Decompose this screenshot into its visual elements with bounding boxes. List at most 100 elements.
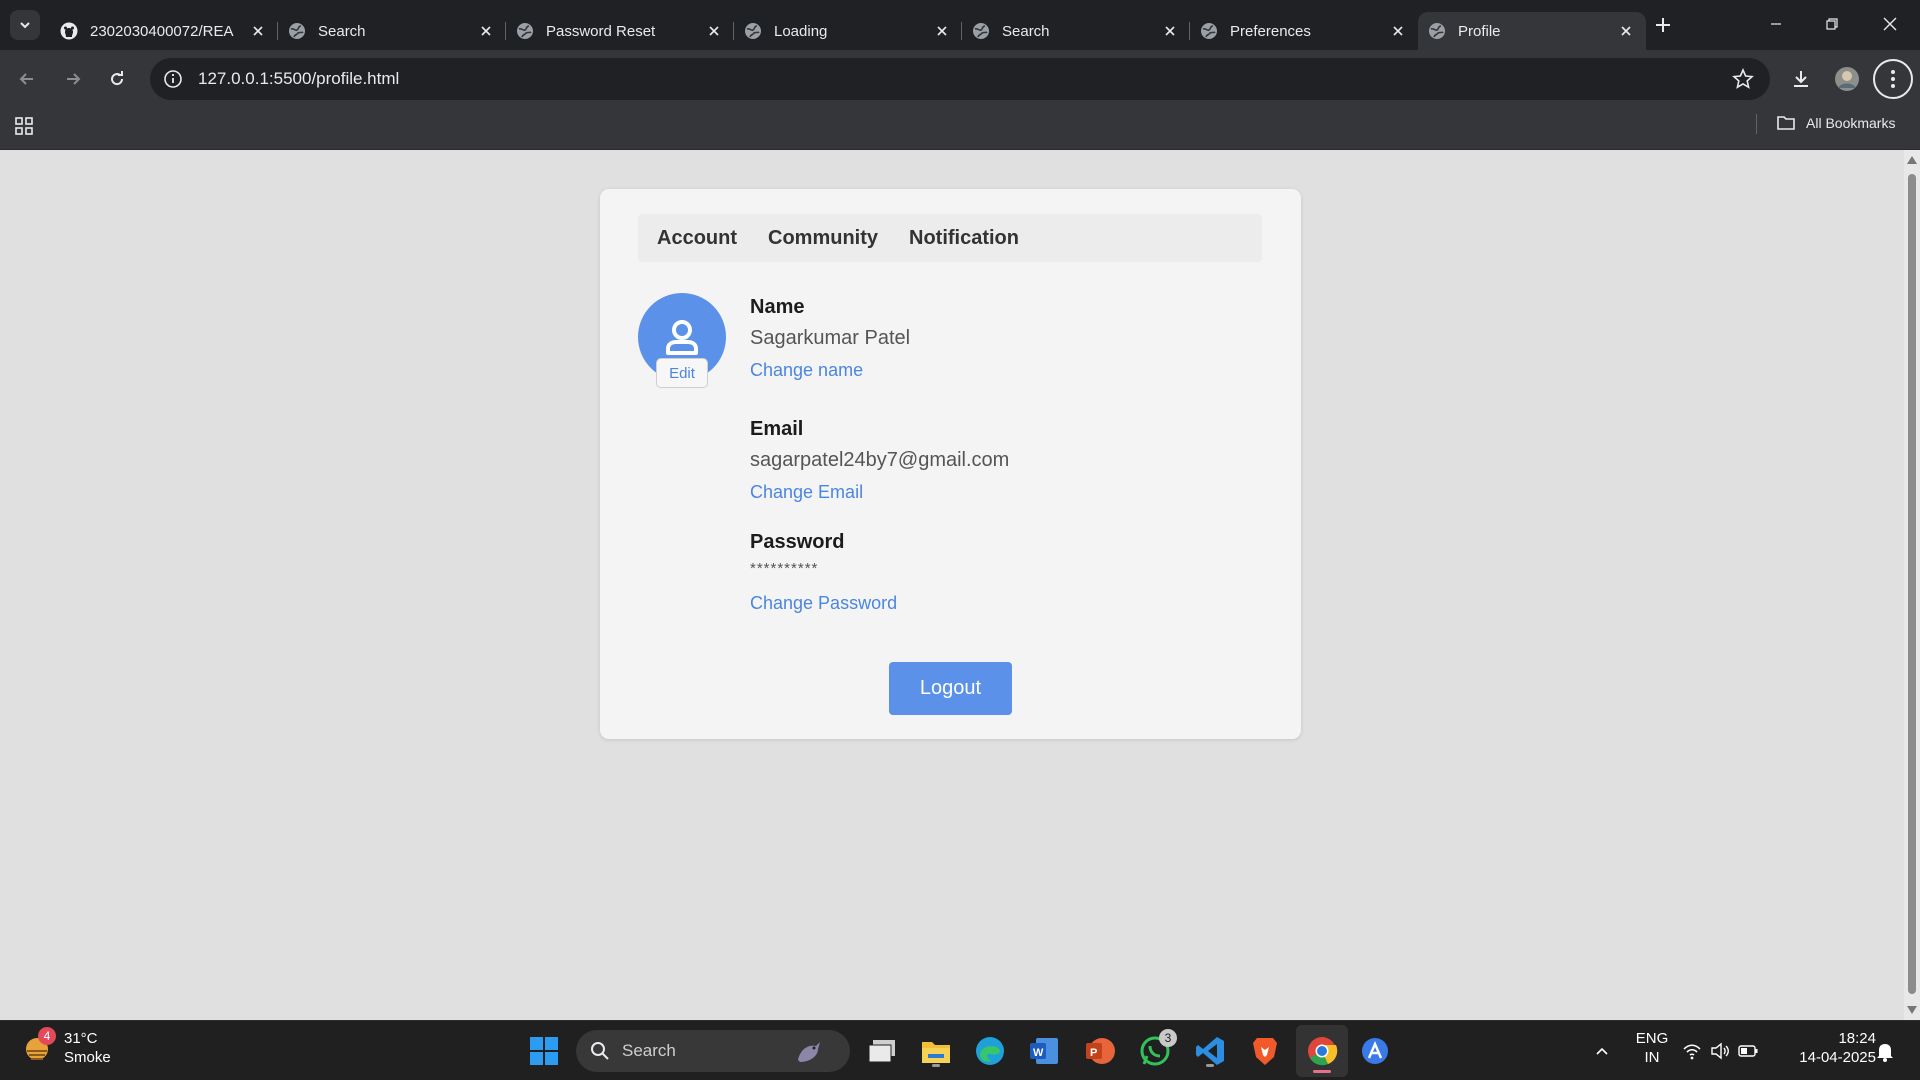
close-icon[interactable] — [706, 23, 722, 39]
new-tab-icon[interactable] — [1652, 14, 1674, 36]
browser-tab-active[interactable]: Profile — [1418, 12, 1646, 50]
bookmarks-bar — [0, 108, 1920, 150]
page-viewport: Account Community Notification Edit Name… — [0, 150, 1920, 1020]
restore-button[interactable] — [1804, 0, 1860, 48]
windows-taskbar: 4 31°C Smoke Search W P 3 ENG IN 18:24 1… — [0, 1020, 1920, 1080]
tab-notification[interactable]: Notification — [909, 227, 1019, 250]
vscode-button[interactable] — [1190, 1031, 1230, 1071]
bookmarks-divider — [1756, 114, 1757, 134]
browser-tab-strip: 2302030400072/REA Search Password Reset … — [0, 0, 1920, 50]
start-button[interactable] — [524, 1031, 564, 1071]
chrome-button[interactable] — [1296, 1025, 1348, 1077]
browser-tab[interactable]: Loading — [734, 12, 962, 50]
close-icon[interactable] — [1618, 23, 1634, 39]
edge-button[interactable] — [970, 1031, 1010, 1071]
email-label: Email — [750, 418, 804, 440]
scroll-up-arrow[interactable] — [1907, 156, 1917, 164]
address-bar[interactable]: 127.0.0.1:5500/profile.html — [150, 58, 1770, 100]
close-icon[interactable] — [1390, 23, 1406, 39]
edit-avatar-button[interactable]: Edit — [656, 358, 708, 388]
chevron-up-icon — [1596, 1047, 1608, 1055]
scroll-down-arrow[interactable] — [1907, 1006, 1917, 1014]
download-icon — [1794, 71, 1808, 87]
tab-title: Search — [1002, 22, 1050, 40]
close-icon[interactable] — [250, 23, 266, 39]
name-field: Name Sagarkumar Patel Change name — [750, 296, 910, 381]
logout-button[interactable]: Logout — [889, 662, 1012, 715]
globe-icon — [973, 23, 989, 39]
apps-grid-icon[interactable] — [14, 116, 34, 136]
change-password-link[interactable]: Change Password — [750, 593, 897, 614]
tab-search-button[interactable] — [10, 10, 40, 40]
language-line1: ENG — [1635, 1030, 1669, 1047]
scrollbar[interactable] — [1904, 150, 1920, 1020]
file-explorer-button[interactable] — [916, 1031, 956, 1071]
close-icon[interactable] — [934, 23, 950, 39]
back-button[interactable] — [10, 62, 44, 96]
browser-tab[interactable]: Password Reset — [506, 12, 734, 50]
vscode-icon — [1196, 1037, 1224, 1065]
close-icon[interactable] — [1162, 23, 1178, 39]
profile-avatar-button[interactable] — [1830, 62, 1864, 96]
close-icon[interactable] — [478, 23, 494, 39]
bookmark-star-icon[interactable] — [1732, 68, 1754, 90]
whatsapp-button[interactable]: 3 — [1135, 1029, 1177, 1071]
forward-button[interactable] — [56, 62, 90, 96]
name-label: Name — [750, 296, 805, 318]
all-bookmarks-button[interactable]: All Bookmarks — [1776, 114, 1895, 132]
scrollbar-thumb[interactable] — [1908, 174, 1916, 994]
notifications-button[interactable] — [1868, 1031, 1902, 1071]
menu-button[interactable] — [1873, 59, 1913, 99]
language-indicator[interactable]: ENG IN — [1632, 1029, 1672, 1067]
weather-badge: 4 — [38, 1027, 56, 1045]
app-a-button[interactable] — [1355, 1031, 1395, 1071]
svg-text:P: P — [1090, 1047, 1097, 1059]
task-view-icon — [868, 1040, 895, 1063]
svg-text:W: W — [1033, 1047, 1044, 1059]
wifi-icon — [1683, 1044, 1701, 1060]
minimize-button[interactable] — [1748, 0, 1804, 48]
close-window-button[interactable] — [1862, 0, 1918, 48]
email-value: sagarpatel24by7@gmail.com — [750, 449, 1010, 471]
weather-condition: Smoke — [64, 1049, 111, 1066]
restore-icon — [1826, 18, 1838, 30]
reload-icon — [111, 71, 124, 86]
tab-title: Loading — [774, 22, 828, 40]
bird-icon — [798, 1042, 820, 1062]
clock[interactable]: 18:24 14-04-2025 — [1782, 1029, 1876, 1067]
taskbar-search-placeholder: Search — [622, 1041, 676, 1060]
all-bookmarks-label: All Bookmarks — [1806, 115, 1896, 131]
browser-toolbar: 127.0.0.1:5500/profile.html — [0, 50, 1920, 108]
weather-icon: 4 — [22, 1027, 56, 1065]
tab-title: Search — [318, 22, 366, 40]
change-email-link[interactable]: Change Email — [750, 482, 1009, 503]
battery-icon — [1738, 1045, 1758, 1057]
tab-list: 2302030400072/REA Search Password Reset … — [50, 6, 1646, 50]
chrome-icon — [1308, 1037, 1338, 1066]
info-icon[interactable] — [162, 68, 184, 90]
word-button[interactable]: W — [1024, 1031, 1064, 1071]
url-text[interactable]: 127.0.0.1:5500/profile.html — [198, 69, 399, 89]
browser-tab[interactable]: Search — [962, 12, 1190, 50]
more-vert-icon — [1891, 70, 1895, 88]
tab-account[interactable]: Account — [657, 227, 737, 250]
password-value: ********** — [750, 560, 819, 577]
quick-settings-button[interactable] — [1678, 1031, 1762, 1071]
brave-button[interactable] — [1245, 1031, 1285, 1071]
reload-button[interactable] — [100, 62, 134, 96]
browser-tab[interactable]: Search — [278, 12, 506, 50]
tab-title: Password Reset — [546, 22, 656, 40]
task-view-button[interactable] — [862, 1031, 902, 1071]
browser-tab[interactable]: 2302030400072/REA — [50, 12, 278, 50]
tab-title: Profile — [1458, 22, 1501, 40]
powerpoint-button[interactable]: P — [1080, 1031, 1120, 1071]
taskbar-search[interactable]: Search — [576, 1030, 850, 1072]
profile-card: Account Community Notification Edit Name… — [600, 189, 1301, 739]
tab-community[interactable]: Community — [768, 227, 878, 250]
weather-widget[interactable]: 4 31°C Smoke — [22, 1027, 111, 1067]
change-name-link[interactable]: Change name — [750, 360, 910, 381]
arrow-left-icon — [19, 73, 33, 85]
downloads-button[interactable] — [1784, 62, 1818, 96]
show-hidden-icons-button[interactable] — [1582, 1031, 1622, 1071]
browser-tab[interactable]: Preferences — [1190, 12, 1418, 50]
